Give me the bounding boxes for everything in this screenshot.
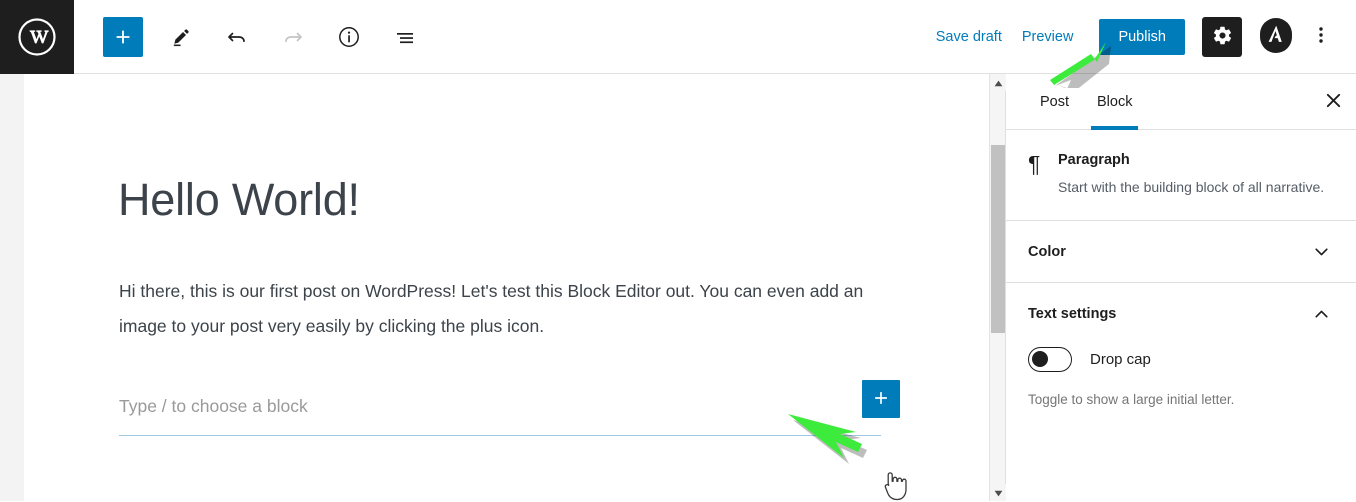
pointing-hand-cursor-icon [880,469,908,501]
chevron-up-icon [1311,304,1332,325]
editor-top-bar: Save draft Preview Publish [0,0,1356,74]
post-details-button[interactable] [329,17,369,57]
toggle-knob-icon [1032,351,1048,367]
publish-button[interactable]: Publish [1099,18,1185,55]
scrollbar-up-button[interactable] [990,74,1006,91]
scrollbar-down-button[interactable] [990,484,1006,501]
list-view-icon [393,25,417,49]
kebab-menu-icon [1311,24,1331,49]
inline-add-block-button[interactable] [862,380,900,418]
edit-mode-button[interactable] [161,17,201,57]
plus-icon [871,388,891,411]
settings-sidebar: Post Block ¶ Paragraph Start with the bu… [1005,74,1356,501]
undo-button[interactable] [217,17,257,57]
user-avatar[interactable] [1260,18,1292,55]
triangle-down-icon [994,484,1003,502]
block-focus-underline [119,435,881,436]
editor-tools-group [103,16,441,57]
editor-scrollbar[interactable] [989,74,1006,501]
text-settings-panel-header[interactable]: Text settings [1006,283,1356,345]
drop-cap-help-text: Toggle to show a large initial letter. [1028,392,1235,407]
close-x-icon [1324,91,1343,113]
color-panel-header[interactable]: Color [1006,221,1356,283]
sidebar-tab-block[interactable]: Block [1083,74,1146,130]
editor-canvas[interactable]: Hello World! Hi there, this is our first… [24,74,989,501]
redo-arrow-icon [281,25,305,49]
gear-icon [1212,25,1233,49]
text-settings-panel-title: Text settings [1028,306,1117,322]
paragraph-block-text[interactable]: Hi there, this is our first post on Word… [119,274,864,344]
wordpress-logo-button[interactable] [0,0,74,74]
undo-arrow-icon [225,25,249,49]
redo-button[interactable] [273,17,313,57]
info-circle-icon [337,25,361,49]
text-settings-panel-body: Drop cap Toggle to show a large initial … [1006,345,1356,410]
wordpress-logo-icon [17,17,57,57]
close-sidebar-button[interactable] [1310,74,1356,129]
chevron-down-icon [1311,241,1332,262]
preview-button[interactable]: Preview [1012,21,1084,53]
more-options-button[interactable] [1304,17,1338,57]
block-placeholder-text: Type / to choose a block [119,396,308,416]
sidebar-tab-post[interactable]: Post [1026,74,1083,129]
post-title[interactable]: Hello World! [118,177,360,222]
settings-sidebar-toggle-button[interactable] [1202,16,1242,57]
color-panel-title: Color [1028,243,1066,260]
block-card-title: Paragraph [1058,152,1130,168]
user-avatar-icon [1260,18,1292,55]
block-card-text: Paragraph Start with the building block … [1058,152,1332,198]
sidebar-tab-bar: Post Block [1006,74,1356,130]
selected-block-card: ¶ Paragraph Start with the building bloc… [1006,130,1356,221]
top-bar-actions: Save draft Preview Publish [926,16,1356,57]
drop-cap-row: Drop cap [1028,347,1332,372]
editor-workspace: Hello World! Hi there, this is our first… [0,74,1356,501]
drop-cap-label: Drop cap [1090,351,1151,368]
left-gutter [0,74,24,501]
plus-icon [112,26,134,48]
scrollbar-thumb[interactable] [991,145,1005,333]
block-card-description: Start with the building block of all nar… [1058,179,1325,195]
triangle-up-icon [994,74,1003,92]
empty-paragraph-block[interactable]: Type / to choose a block [119,384,881,436]
pencil-icon [170,25,193,48]
paragraph-pilcrow-icon: ¶ [1028,151,1041,177]
save-draft-button[interactable]: Save draft [926,21,1012,53]
drop-cap-toggle[interactable] [1028,347,1072,372]
list-view-button[interactable] [385,17,425,57]
add-block-button[interactable] [103,16,143,57]
